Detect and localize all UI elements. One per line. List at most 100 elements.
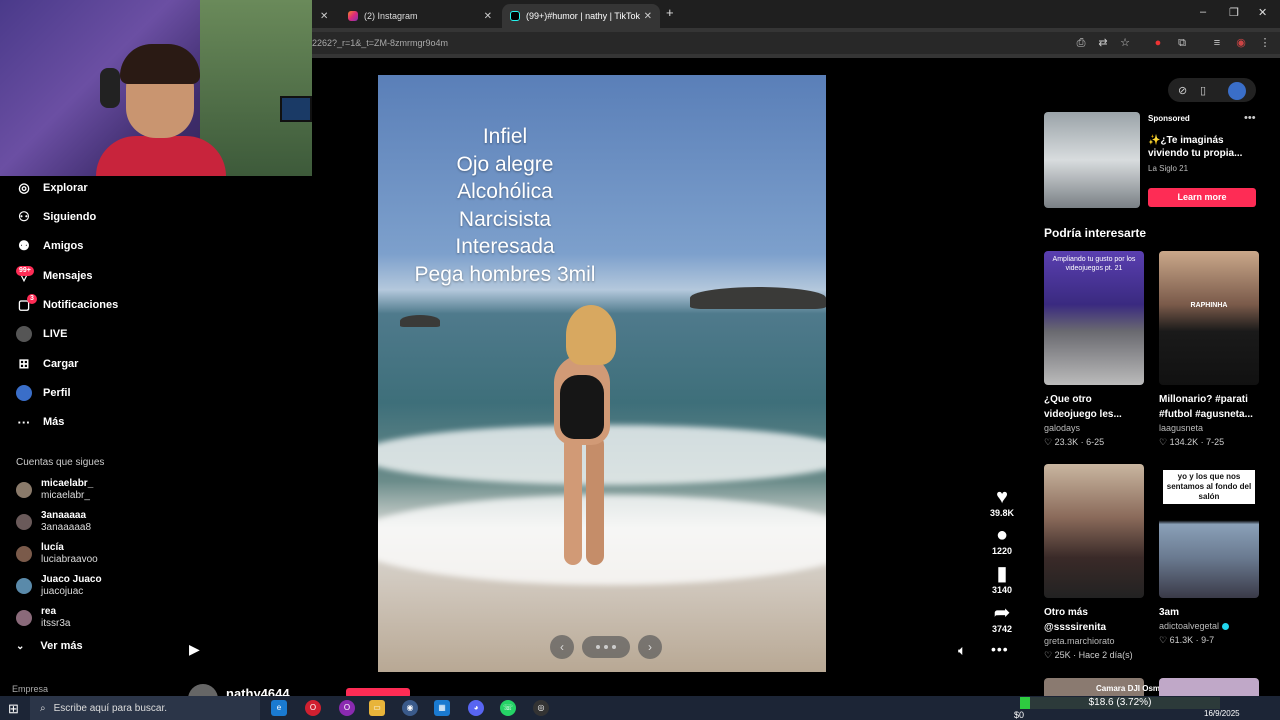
sidebar-item-label: Explorar <box>43 182 88 194</box>
search-icon: ⌕ <box>40 702 46 714</box>
play-icon[interactable]: ▶ <box>189 641 200 658</box>
see-more-button[interactable]: ⌄ Ver más <box>16 640 83 652</box>
suggestion-stats: ♡ 23.3K · 6-25 <box>1044 437 1105 447</box>
ad-options-icon[interactable]: ••• <box>1244 112 1256 124</box>
close-tab-icon[interactable]: ✕ <box>644 11 652 22</box>
extensions-icon[interactable]: ⧉ <box>1175 36 1189 50</box>
comment-icon: ● <box>995 524 1009 546</box>
suggestion-title: Otro más <box>1044 607 1088 618</box>
avatar[interactable] <box>1228 82 1246 100</box>
carousel-next-button[interactable]: › <box>638 635 662 659</box>
caption-line: Narcisista <box>458 207 552 231</box>
rock-formation <box>400 315 440 327</box>
sidebar-item-live[interactable]: LIVE <box>16 323 67 345</box>
phone-icon[interactable]: ▯ <box>1200 84 1206 97</box>
sidebar-item-explorar[interactable]: ◎ Explorar <box>16 177 88 199</box>
suggestion-thumbnail[interactable] <box>1159 678 1259 696</box>
maximize-button[interactable]: ❐ <box>1229 6 1239 19</box>
sidebar-item-cargar[interactable]: ⊞ Cargar <box>16 353 79 375</box>
close-window-button[interactable]: ✕ <box>1258 6 1267 19</box>
sidebar-item-label: LIVE <box>43 328 68 340</box>
minimize-button[interactable]: – <box>1200 6 1206 18</box>
tab-partial[interactable]: ✕ <box>312 4 336 28</box>
following-name: 3anaaaaa <box>41 510 87 521</box>
store-icon[interactable]: ▦ <box>434 700 450 716</box>
suggestion-author: galodays <box>1044 423 1081 433</box>
footer-link-empresa[interactable]: Empresa <box>12 684 48 694</box>
close-tab-icon[interactable]: ✕ <box>484 11 492 22</box>
edge-icon[interactable]: e <box>271 700 287 716</box>
discord-icon[interactable]: ◕ <box>468 700 484 716</box>
video-player[interactable]: Infiel Ojo alegre Alcohólica Narcisista … <box>378 75 826 672</box>
suggestion-author: adictoalvegetal <box>1159 621 1230 631</box>
sidebar-item-perfil[interactable]: Perfil <box>16 382 71 404</box>
carousel-indicator <box>582 636 630 658</box>
sidebar-item-label: Siguiendo <box>43 211 97 223</box>
thumbnail-caption: RAPHINHA <box>1190 302 1228 309</box>
thumbnail-caption: yo y los que nos sentamos al fondo del s… <box>1163 470 1255 504</box>
install-app-icon[interactable]: ⎙ <box>1074 36 1088 50</box>
messages-badge: 99+ <box>16 266 34 276</box>
author-name[interactable]: nathy4644 <box>226 686 290 696</box>
caption-line: Pega hombres 3mil <box>414 262 596 286</box>
close-tab-icon[interactable]: ✕ <box>320 11 328 22</box>
suggestion-thumbnail[interactable]: Camara DJI Osmo Pocket 3 <box>1044 678 1200 696</box>
suggestion-stats: ♡ 25K · Hace 2 día(s) <box>1044 650 1133 660</box>
chrome-icon[interactable]: ◉ <box>402 700 418 716</box>
tab-instagram[interactable]: (2) Instagram ✕ <box>340 4 500 28</box>
carousel-controls: ‹ › <box>550 635 662 659</box>
tab-label: (2) Instagram <box>364 11 418 21</box>
sidebar-item-siguiendo[interactable]: ⚇ Siguiendo <box>16 206 96 228</box>
carousel-prev-button[interactable]: ‹ <box>550 635 574 659</box>
rock-formation <box>690 287 826 309</box>
figure <box>566 305 616 365</box>
media-control-icon[interactable]: ≡ <box>1210 36 1224 50</box>
person-follow-icon: ⚇ <box>18 209 30 224</box>
translate-icon[interactable]: ⇄ <box>1096 36 1110 50</box>
ad-thumbnail[interactable] <box>1044 112 1140 208</box>
obs-icon[interactable]: ◎ <box>533 700 549 716</box>
figure <box>586 435 604 565</box>
save-button[interactable]: ▮ 3140 <box>984 563 1020 595</box>
notifications-badge: 3 <box>27 294 37 304</box>
learn-more-button[interactable]: Learn more <box>1148 188 1256 207</box>
streamer-figure <box>96 40 226 176</box>
comment-button[interactable]: ● 1220 <box>984 524 1020 556</box>
chevron-down-icon: ⌄ <box>16 640 25 652</box>
compass-icon[interactable]: ⊘ <box>1178 84 1187 97</box>
whatsapp-icon[interactable]: ☏ <box>500 700 516 716</box>
sidebar-item-label: Cargar <box>43 358 79 370</box>
taskbar-search[interactable]: ⌕ Escribe aquí para buscar. <box>30 696 260 720</box>
more-options-icon[interactable]: ••• <box>991 641 1009 657</box>
new-tab-button[interactable]: + <box>666 5 674 20</box>
sidebar-item-mas[interactable]: ··· Más <box>16 411 65 433</box>
live-icon <box>16 326 32 342</box>
url-field[interactable]: 2262?_r=1&_t=ZM-8zmrmgr9o4m <box>300 32 1280 54</box>
browser-menu-icon[interactable]: ⋮ <box>1258 36 1272 50</box>
profile-avatar-icon[interactable]: ◉ <box>1234 36 1248 50</box>
following-header: Cuentas que sigues <box>16 457 105 468</box>
opera-gx-icon[interactable]: O <box>339 700 355 716</box>
windows-start-icon[interactable]: ⊞ <box>8 701 19 717</box>
ad-brand: La Siglo 21 <box>1148 164 1189 173</box>
volume-icon[interactable]: 🔈︎ <box>958 642 966 659</box>
like-count: 39.8K <box>989 508 1015 518</box>
ad-title[interactable]: ✨¿Te imaginás viviendo tu propia... <box>1148 134 1248 160</box>
sidebar-item-label: Amigos <box>43 240 84 252</box>
sidebar-item-amigos[interactable]: ⚉ Amigos <box>16 235 83 257</box>
stock-value: $18.6 (3.72%) <box>1088 697 1152 708</box>
suggestion-thumbnail: yo y los que nos sentamos al fondo del s… <box>1159 464 1259 598</box>
share-icon: ➦ <box>993 602 1011 624</box>
stock-ticker[interactable]: $18.6 (3.72%) <box>1020 697 1220 709</box>
suggestion-author: laagusneta <box>1159 423 1204 433</box>
like-button[interactable]: ♥ 39.8K <box>984 486 1020 518</box>
bookmark-star-icon[interactable]: ☆ <box>1118 36 1132 50</box>
file-explorer-icon[interactable]: ▭ <box>369 700 385 716</box>
extension-red-icon[interactable]: ● <box>1151 36 1165 50</box>
tab-label: (99+)#humor | nathy | TikTok <box>526 11 640 21</box>
tab-tiktok[interactable]: (99+)#humor | nathy | TikTok ✕ <box>502 4 660 28</box>
following-handle: micaelabr_ <box>41 490 90 501</box>
sidebar-item-label: Mensajes <box>43 270 93 282</box>
opera-icon[interactable]: O <box>305 700 321 716</box>
share-button[interactable]: ➦ 3742 <box>984 602 1020 634</box>
